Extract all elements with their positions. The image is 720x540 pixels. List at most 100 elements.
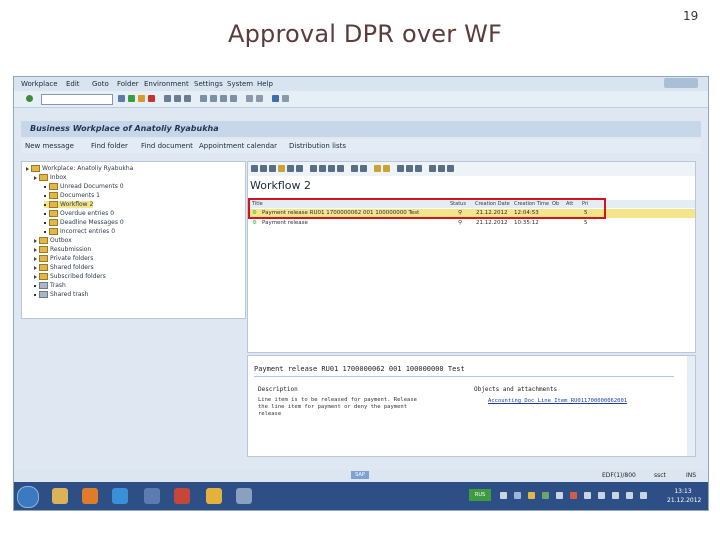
menu-folder[interactable]: Folder [117,80,139,88]
expand-icon[interactable] [34,247,37,252]
sum-icon[interactable] [337,165,344,172]
tree-item-outbox[interactable]: Outbox [34,237,72,244]
system-clock[interactable]: 13:13 21.12.2012 [667,487,701,505]
distribution-lists-button[interactable]: Distribution lists [289,142,346,150]
input-mode[interactable]: INS [686,472,696,479]
filter-icon[interactable] [328,165,335,172]
tree-item-workflow[interactable]: Workflow 2 [44,201,94,208]
tree-item-unread[interactable]: Unread Documents 0 [44,183,124,190]
delete-icon[interactable] [296,165,303,172]
details-icon[interactable] [406,165,413,172]
sort-desc-icon[interactable] [319,165,326,172]
cancel-icon[interactable] [148,95,155,102]
expand-icon[interactable] [34,238,37,243]
shortcut-icon[interactable] [256,95,263,102]
language-indicator[interactable]: RUS [469,489,491,501]
tree-item-workplace[interactable]: Workplace: Anatoliy Ryabukha [26,165,133,172]
sap-gui-icon[interactable] [236,488,252,504]
expand-icon[interactable] [34,175,37,180]
exit-icon[interactable] [138,95,145,102]
save-icon[interactable] [118,95,125,102]
execute-icon[interactable] [251,165,258,172]
tray-icon[interactable] [556,492,563,499]
table-row[interactable]: ⚙ Payment release ⚲ 21.12.2012 10:35:12 … [248,219,695,228]
file-explorer-icon[interactable] [52,488,68,504]
more-icon[interactable] [447,165,454,172]
find-icon[interactable] [174,95,181,102]
new-session-icon[interactable] [246,95,253,102]
tree-item-shared-trash[interactable]: Shared trash [34,291,88,298]
sort-asc-icon[interactable] [310,165,317,172]
tray-icon[interactable] [598,492,605,499]
find-document-button[interactable]: Find document [141,142,193,150]
tree-item-inbox[interactable]: Inbox [34,174,66,181]
expand-icon[interactable] [26,166,29,171]
tree-item-overdue[interactable]: Overdue entries 0 [44,210,114,217]
volume-icon[interactable] [514,492,521,499]
new-message-button[interactable]: New message [25,142,74,150]
help-icon[interactable] [272,95,279,102]
tree-item-private[interactable]: Private folders [34,255,93,262]
outlook-icon[interactable] [82,488,98,504]
network-icon[interactable] [500,492,507,499]
back-icon[interactable] [128,95,135,102]
tray-icon[interactable] [570,492,577,499]
mail-icon[interactable] [415,165,422,172]
list-toolbar [248,162,695,176]
window-controls[interactable] [664,78,698,88]
tree-item-shared[interactable]: Shared folders [34,264,94,271]
tray-icon[interactable] [584,492,591,499]
first-page-icon[interactable] [200,95,207,102]
scrollbar[interactable] [687,356,695,456]
tray-icon[interactable] [528,492,535,499]
menu-settings[interactable]: Settings [194,80,223,88]
next-page-icon[interactable] [220,95,227,102]
last-page-icon[interactable] [230,95,237,102]
tray-icon[interactable] [542,492,549,499]
appointment-calendar-button[interactable]: Appointment calendar [199,142,277,150]
tray-icon[interactable] [626,492,633,499]
settings-icon[interactable] [438,165,445,172]
tree-item-deadline[interactable]: Deadline Messages 0 [44,219,124,226]
internet-explorer-icon[interactable] [112,488,128,504]
start-button[interactable] [17,486,39,508]
previous-page-icon[interactable] [210,95,217,102]
notes-icon[interactable] [206,488,222,504]
refresh-icon[interactable] [269,165,276,172]
forward-icon[interactable] [278,165,285,172]
sap-logon-icon[interactable] [144,488,160,504]
layout-icon[interactable] [374,165,381,172]
print-icon[interactable] [351,165,358,172]
menu-environment[interactable]: Environment [144,80,189,88]
attachment-icon[interactable] [397,165,404,172]
tray-icon[interactable] [612,492,619,499]
tree-item-subscribed[interactable]: Subscribed folders [34,273,106,280]
view-icon[interactable] [429,165,436,172]
find-folder-button[interactable]: Find folder [91,142,128,150]
display-icon[interactable] [260,165,267,172]
attachment-link[interactable]: Accounting Doc Line Item RU0117000000620… [488,398,627,404]
print-icon[interactable] [164,95,171,102]
expand-icon[interactable] [34,274,37,279]
menu-system[interactable]: System [227,80,253,88]
tree-item-resubmission[interactable]: Resubmission [34,246,91,253]
layout-icon[interactable] [282,95,289,102]
enter-icon[interactable] [26,95,33,102]
replace-icon[interactable] [287,165,294,172]
menu-help[interactable]: Help [257,80,273,88]
expand-icon[interactable] [34,256,37,261]
tree-item-documents[interactable]: Documents 1 [44,192,100,199]
export-icon[interactable] [360,165,367,172]
expand-icon[interactable] [34,265,37,270]
system-info[interactable]: EDF(1)/800 [602,472,636,479]
select-layout-icon[interactable] [383,165,390,172]
command-field[interactable] [41,94,113,105]
tree-item-incorrect[interactable]: Incorrect entries 0 [44,228,115,235]
menu-goto[interactable]: Goto [92,80,109,88]
tray-icon[interactable] [640,492,647,499]
menu-edit[interactable]: Edit [66,80,80,88]
menu-workplace[interactable]: Workplace [21,80,58,88]
find-next-icon[interactable] [184,95,191,102]
tree-item-trash[interactable]: Trash [34,282,66,289]
powerpoint-icon[interactable] [174,488,190,504]
